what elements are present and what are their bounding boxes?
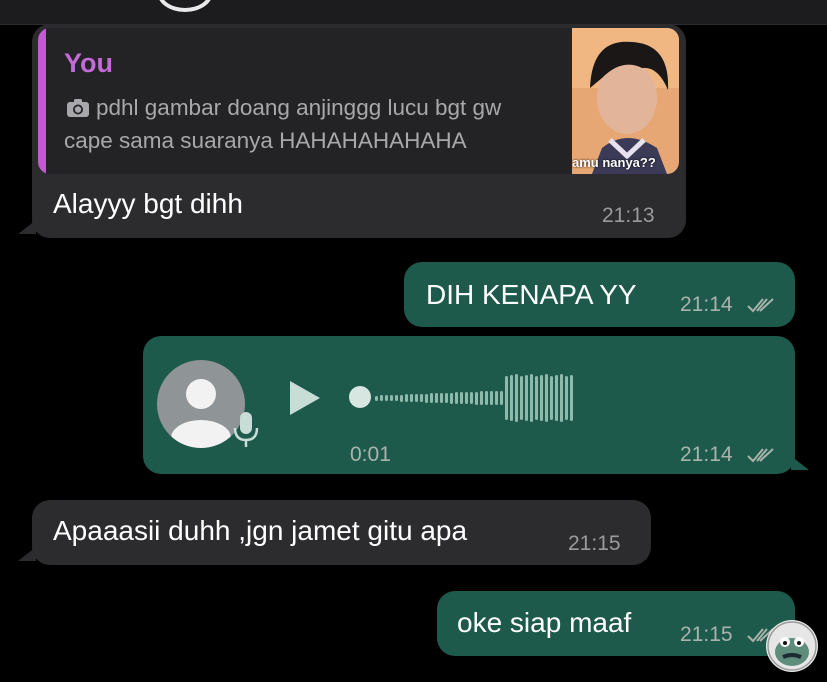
waveform-bar bbox=[445, 392, 448, 404]
thumbnail-caption: amu nanya?? bbox=[572, 155, 656, 170]
waveform-bar bbox=[465, 391, 468, 405]
waveform-bar bbox=[490, 390, 493, 406]
reply-text-line-2: cape sama suaranya HAHAHAHAHAHA bbox=[64, 128, 467, 153]
waveform-bar bbox=[395, 394, 398, 402]
voice-waveform[interactable] bbox=[375, 368, 573, 428]
waveform-bar bbox=[565, 376, 568, 420]
waveform-bar bbox=[570, 375, 573, 421]
waveform-bar bbox=[495, 390, 498, 406]
message-text: Apaaasii duhh ,jgn jamet gitu apa bbox=[53, 515, 468, 546]
waveform-bar bbox=[505, 376, 508, 420]
waveform-bar bbox=[455, 392, 458, 404]
waveform-bar bbox=[425, 393, 428, 403]
message-bubble-incoming[interactable]: Apaaasii duhh ,jgn jamet gitu apa 21:15 bbox=[18, 500, 651, 565]
waveform-bar bbox=[485, 391, 488, 405]
waveform-bar bbox=[415, 393, 418, 403]
waveform-bar bbox=[405, 394, 408, 402]
waveform-bar bbox=[530, 374, 533, 422]
waveform-bar bbox=[510, 375, 513, 421]
reply-thumbnail: amu nanya?? bbox=[572, 28, 679, 174]
reply-accent-bar bbox=[38, 28, 46, 174]
message-bubble-incoming[interactable]: You pdhl gambar doang anjinggg lucu bgt … bbox=[18, 24, 686, 238]
bubble-tail bbox=[18, 220, 36, 234]
waveform-bar bbox=[520, 376, 523, 420]
waveform-bar bbox=[555, 375, 558, 421]
waveform-bar bbox=[560, 374, 563, 422]
chat-header bbox=[0, 0, 827, 25]
waveform-bar bbox=[540, 375, 543, 421]
message-time: 21:15 bbox=[680, 623, 733, 646]
waveform-bar bbox=[385, 395, 388, 401]
waveform-bar bbox=[380, 395, 383, 401]
waveform-bar bbox=[470, 391, 473, 405]
waveform-bar bbox=[410, 394, 413, 402]
waveform-bar bbox=[545, 374, 548, 422]
reply-author: You bbox=[64, 48, 113, 78]
waveform-bar bbox=[435, 393, 438, 403]
waveform-bar bbox=[525, 375, 528, 421]
microphone-icon bbox=[233, 412, 259, 447]
waveform-bar bbox=[450, 392, 453, 404]
waveform-bar bbox=[550, 376, 553, 420]
message-time: 21:13 bbox=[602, 204, 655, 227]
message-text: DIH KENAPA YY bbox=[426, 279, 637, 310]
message-bubble-outgoing[interactable]: DIH KENAPA YY 21:14 bbox=[404, 262, 795, 327]
reply-quote[interactable]: You pdhl gambar doang anjinggg lucu bgt … bbox=[38, 28, 679, 174]
waveform-bar bbox=[515, 374, 518, 422]
read-ticks-icon bbox=[747, 448, 774, 463]
message-time: 21:14 bbox=[680, 293, 733, 316]
waveform-bar bbox=[430, 393, 433, 403]
sticker-icon[interactable] bbox=[766, 620, 818, 672]
waveform-bar bbox=[535, 376, 538, 420]
waveform-bar bbox=[500, 390, 503, 406]
message-time: 21:15 bbox=[568, 532, 621, 555]
waveform-bar bbox=[390, 394, 393, 402]
voice-duration: 0:01 bbox=[350, 443, 391, 466]
message-text: Alayyy bgt dihh bbox=[53, 188, 243, 219]
waveform-bar bbox=[460, 392, 463, 404]
playback-scrubber[interactable] bbox=[349, 386, 371, 408]
play-button[interactable] bbox=[290, 381, 320, 415]
camera-icon bbox=[67, 99, 89, 117]
voice-message-bubble[interactable]: 0:01 21:14 bbox=[143, 336, 809, 474]
waveform-bar bbox=[375, 395, 378, 401]
message-bubble-outgoing[interactable]: oke siap maaf 21:15 bbox=[437, 591, 795, 656]
waveform-bar bbox=[475, 391, 478, 405]
read-ticks-icon bbox=[747, 298, 774, 313]
message-text: oke siap maaf bbox=[457, 607, 632, 638]
waveform-bar bbox=[440, 392, 443, 404]
waveform-bar bbox=[420, 393, 423, 403]
message-time: 21:14 bbox=[680, 443, 733, 466]
contact-avatar[interactable] bbox=[157, 0, 213, 12]
reply-text-line-1: pdhl gambar doang anjinggg lucu bgt gw bbox=[96, 95, 502, 120]
waveform-bar bbox=[480, 391, 483, 405]
bubble-tail bbox=[791, 456, 809, 470]
waveform-bar bbox=[400, 394, 403, 402]
bubble-tail bbox=[18, 547, 36, 561]
